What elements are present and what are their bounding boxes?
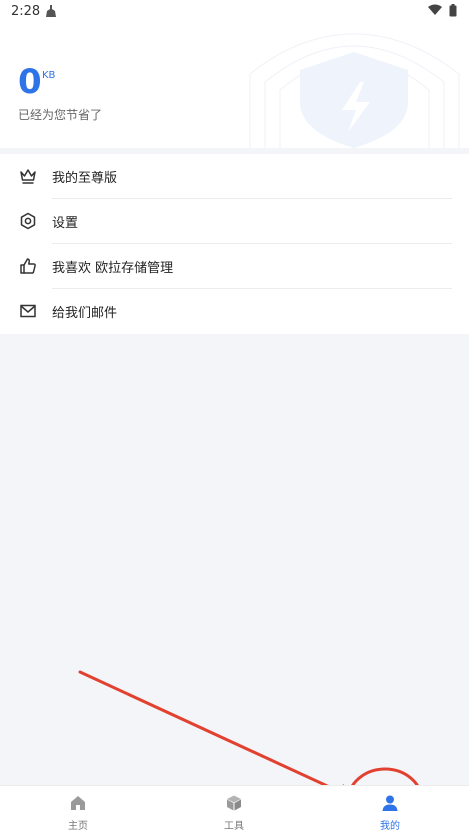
saved-size-value: 0 (18, 62, 42, 102)
menu-item-premium[interactable]: 我的至尊版 (0, 154, 469, 199)
cleaner-icon (44, 4, 58, 22)
mail-icon (20, 304, 36, 318)
nav-tab-home[interactable]: 主页 (38, 786, 118, 835)
menu-item-like-app[interactable]: 我喜欢 欧拉存储管理 (0, 244, 469, 289)
menu-item-label: 设置 (52, 216, 79, 231)
menu-item-settings[interactable]: 设置 (0, 199, 469, 244)
person-icon (382, 795, 398, 811)
savings-header: 0 KB 已经为您节省了 (0, 24, 469, 148)
menu-item-label: 给我们邮件 (52, 306, 118, 321)
home-icon (71, 796, 85, 810)
crown-icon (20, 169, 36, 184)
thumbs-up-icon (20, 258, 36, 274)
menu-item-email-us[interactable]: 给我们邮件 (0, 289, 469, 334)
battery-icon (449, 4, 457, 21)
annotation-arrow (78, 670, 364, 804)
status-time: 2:28 (11, 4, 41, 19)
nav-tab-label: 我的 (380, 821, 400, 832)
settings-icon (20, 212, 36, 230)
box-icon (227, 795, 241, 811)
shield-icon (249, 33, 460, 148)
nav-tab-tools[interactable]: 工具 (194, 786, 274, 835)
bottom-nav: 主页 工具 我的 (0, 785, 469, 835)
nav-tab-me[interactable]: 我的 (350, 786, 430, 835)
nav-tab-label: 工具 (224, 821, 244, 832)
menu-item-label: 我的至尊版 (52, 171, 118, 186)
menu-item-label: 我喜欢 欧拉存储管理 (52, 261, 174, 276)
nav-tab-label: 主页 (68, 821, 88, 832)
saved-size-unit: KB (42, 70, 56, 81)
status-bar: 2:28 (0, 0, 469, 24)
settings-menu: 我的至尊版 设置 我喜欢 欧拉存储管理 给我们邮件 (0, 154, 469, 334)
saved-size-label: 已经为您节省了 (18, 108, 103, 122)
wifi-icon (428, 4, 442, 20)
